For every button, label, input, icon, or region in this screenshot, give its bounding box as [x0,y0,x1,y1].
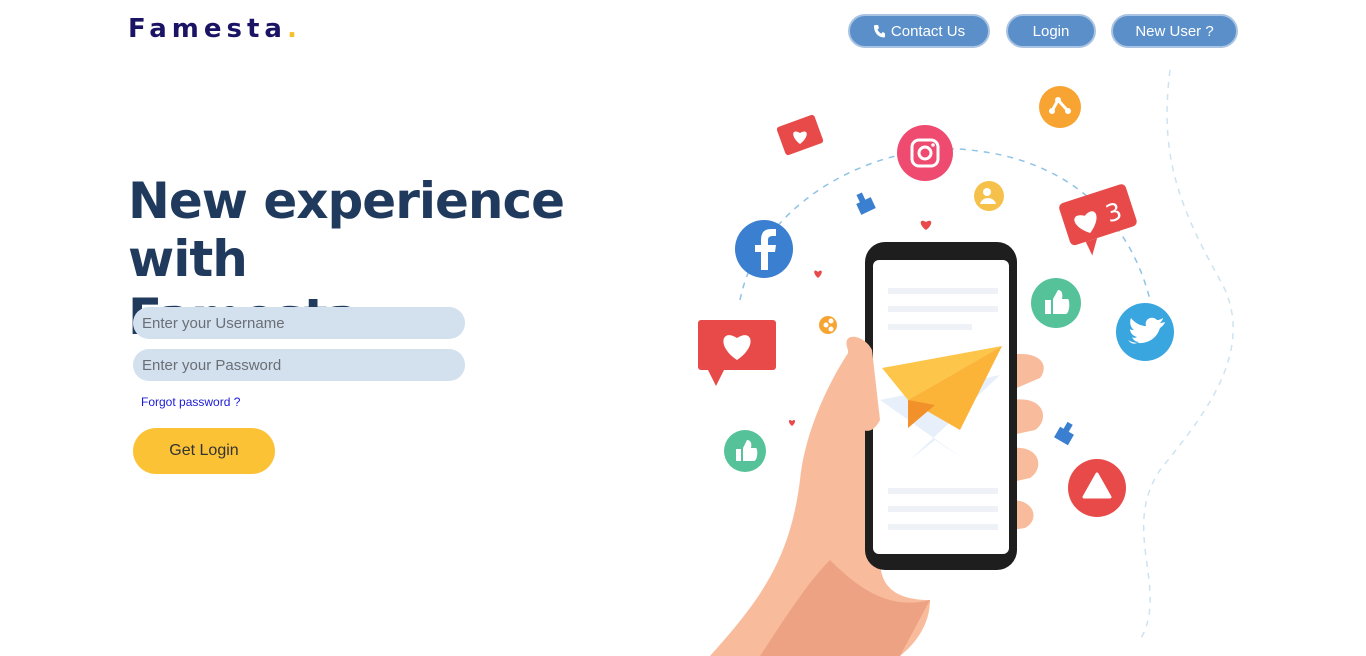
contact-us-button[interactable]: Contact Us [848,14,990,48]
social-media-illustration: 3 [698,69,1234,656]
login-nav-button[interactable]: Login [1006,14,1096,48]
username-input[interactable] [133,307,465,339]
new-user-label: New User ? [1135,22,1214,40]
forgot-password-link[interactable]: Forgot password ? [141,395,240,409]
brand-name: Famesta [128,14,287,44]
contact-us-label: Contact Us [890,22,966,40]
password-input[interactable] [133,349,465,381]
brand-dot: . [286,14,302,44]
get-login-button[interactable]: Get Login [133,428,275,474]
phone-icon [873,25,885,38]
brand-logo[interactable]: Famesta. [128,14,302,44]
login-nav-label: Login [1032,22,1070,40]
hero-title-line1: New experience with [128,172,565,288]
new-user-button[interactable]: New User ? [1111,14,1238,48]
